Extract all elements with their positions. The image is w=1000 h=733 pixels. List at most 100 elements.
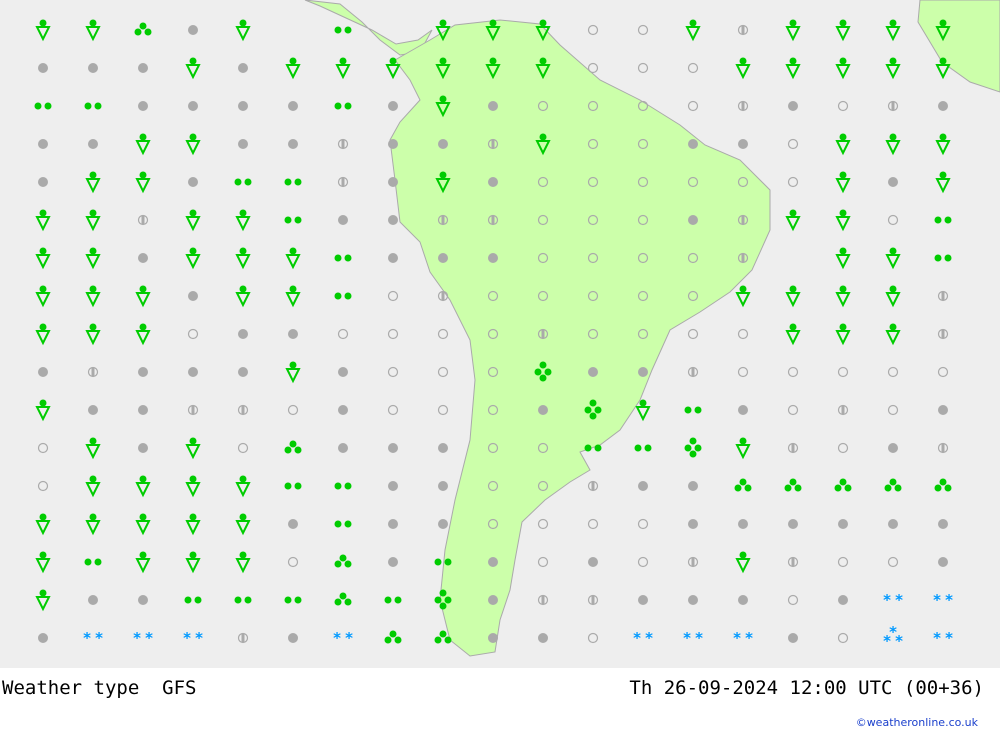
overcast-icon (38, 633, 48, 643)
credit-link[interactable]: ©weatheronline.co.uk (856, 716, 978, 729)
overcast-icon (338, 215, 348, 225)
overcast-icon (138, 253, 148, 263)
overcast-icon (138, 367, 148, 377)
overcast-icon (888, 519, 898, 529)
overcast-icon (188, 25, 198, 35)
overcast-icon (688, 481, 698, 491)
overcast-icon (338, 443, 348, 453)
overcast-icon (388, 177, 398, 187)
overcast-icon (788, 633, 798, 643)
overcast-icon (688, 215, 698, 225)
overcast-icon (88, 63, 98, 73)
overcast-icon (838, 595, 848, 605)
svg-text:*: * (645, 629, 653, 647)
overcast-icon (388, 519, 398, 529)
overcast-icon (438, 253, 448, 263)
overcast-icon (238, 63, 248, 73)
svg-text:*: * (633, 629, 641, 647)
overcast-icon (488, 253, 498, 263)
overcast-icon (488, 557, 498, 567)
svg-text:*: * (945, 629, 953, 647)
overcast-icon (88, 139, 98, 149)
svg-text:*: * (895, 632, 903, 650)
svg-text:*: * (333, 629, 341, 647)
overcast-icon (588, 367, 598, 377)
overcast-icon (88, 405, 98, 415)
overcast-icon (138, 443, 148, 453)
overcast-icon (188, 101, 198, 111)
overcast-icon (388, 139, 398, 149)
svg-text:*: * (83, 629, 91, 647)
svg-text:*: * (695, 629, 703, 647)
overcast-icon (338, 367, 348, 377)
svg-text:*: * (883, 591, 891, 609)
overcast-icon (388, 253, 398, 263)
overcast-icon (238, 329, 248, 339)
overcast-icon (38, 367, 48, 377)
overcast-icon (438, 519, 448, 529)
overcast-icon (938, 101, 948, 111)
overcast-icon (938, 405, 948, 415)
svg-text:*: * (133, 629, 141, 647)
svg-text:*: * (945, 591, 953, 609)
overcast-icon (638, 595, 648, 605)
svg-text:*: * (195, 629, 203, 647)
title-text: Weather type (2, 677, 140, 699)
overcast-icon (938, 519, 948, 529)
overcast-icon (38, 139, 48, 149)
valid-time: Th 26-09-2024 12:00 UTC (00+36) (629, 677, 984, 699)
overcast-icon (488, 101, 498, 111)
overcast-icon (38, 63, 48, 73)
overcast-icon (488, 633, 498, 643)
svg-text:*: * (933, 591, 941, 609)
overcast-icon (488, 595, 498, 605)
overcast-icon (288, 519, 298, 529)
overcast-icon (188, 367, 198, 377)
svg-text:*: * (683, 629, 691, 647)
overcast-icon (38, 177, 48, 187)
overcast-icon (288, 633, 298, 643)
svg-text:*: * (183, 629, 191, 647)
model-name: GFS (162, 677, 197, 699)
svg-text:*: * (745, 629, 753, 647)
overcast-icon (388, 557, 398, 567)
overcast-icon (438, 443, 448, 453)
weather-map: * * * ** * * * * * * * * * * * * * ** * * * (0, 0, 1000, 668)
overcast-icon (738, 405, 748, 415)
overcast-icon (138, 595, 148, 605)
overcast-icon (138, 63, 148, 73)
overcast-icon (788, 519, 798, 529)
overcast-icon (138, 405, 148, 415)
overcast-icon (388, 215, 398, 225)
overcast-icon (538, 405, 548, 415)
overcast-icon (688, 139, 698, 149)
overcast-icon (438, 139, 448, 149)
map-title: Weather type GFS (2, 677, 197, 699)
overcast-icon (688, 519, 698, 529)
svg-text:*: * (145, 629, 153, 647)
svg-text:*: * (933, 629, 941, 647)
overcast-icon (788, 101, 798, 111)
overcast-icon (638, 367, 648, 377)
overcast-icon (288, 139, 298, 149)
overcast-icon (438, 481, 448, 491)
overcast-icon (388, 443, 398, 453)
overcast-icon (238, 101, 248, 111)
svg-text:*: * (345, 629, 353, 647)
overcast-icon (388, 481, 398, 491)
overcast-icon (188, 291, 198, 301)
overcast-icon (388, 101, 398, 111)
overcast-icon (638, 481, 648, 491)
overcast-icon (238, 139, 248, 149)
overcast-icon (238, 367, 248, 377)
overcast-icon (488, 177, 498, 187)
overcast-icon (538, 633, 548, 643)
overcast-icon (288, 101, 298, 111)
overcast-icon (188, 177, 198, 187)
overcast-icon (938, 557, 948, 567)
svg-text:*: * (95, 629, 103, 647)
overcast-icon (838, 519, 848, 529)
overcast-icon (738, 595, 748, 605)
overcast-icon (738, 519, 748, 529)
svg-text:*: * (895, 591, 903, 609)
